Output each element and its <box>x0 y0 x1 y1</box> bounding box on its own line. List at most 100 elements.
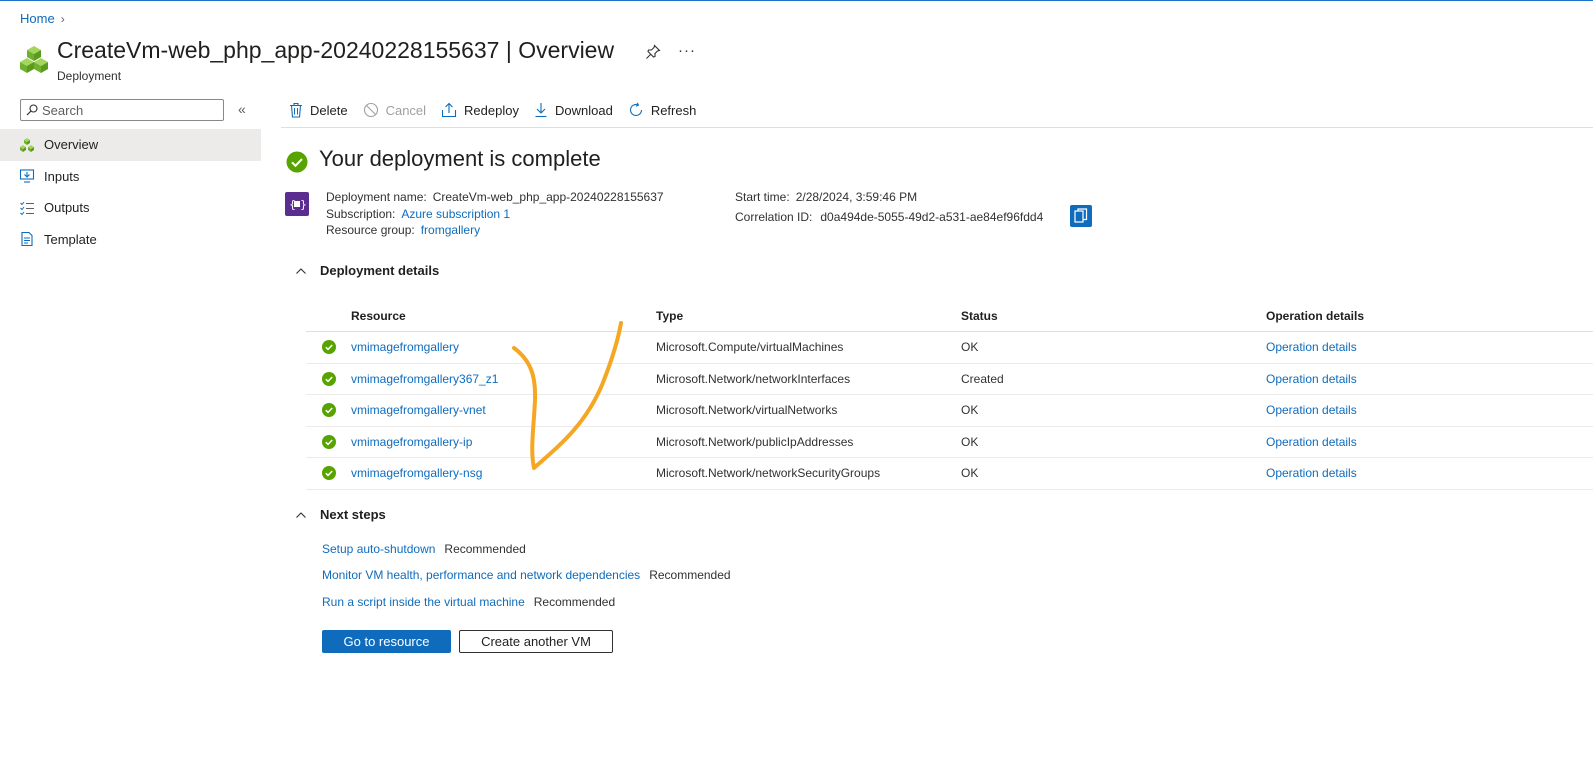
start-time-row: Start time: 2/28/2024, 3:59:46 PM <box>735 189 917 206</box>
toolbar-divider <box>281 127 1593 128</box>
subscription-link[interactable]: Azure subscription 1 <box>401 207 510 221</box>
view-name: Overview <box>518 37 615 63</box>
resource-link[interactable]: vmimagefromgallery367_z1 <box>351 372 498 386</box>
row-success-icon <box>306 403 351 418</box>
refresh-label: Refresh <box>650 102 697 118</box>
operation-details-link[interactable]: Operation details <box>1266 340 1357 354</box>
resource-group-label: Resource group: <box>326 223 415 237</box>
top-accent-line <box>0 0 1593 1</box>
cancel-icon <box>363 102 378 118</box>
refresh-button[interactable]: Refresh <box>628 102 697 118</box>
cancel-button[interactable]: Cancel <box>363 102 426 118</box>
sidebar-item-outputs[interactable]: Outputs <box>0 192 261 224</box>
operation-details-link[interactable]: Operation details <box>1266 466 1357 480</box>
template-icon <box>19 231 35 247</box>
deployment-details-heading: Deployment details <box>320 263 440 278</box>
sidebar-item-label: Template <box>44 231 97 247</box>
subscription-row: Subscription: Azure subscription 1 <box>326 206 510 223</box>
row-success-icon <box>306 466 351 481</box>
correlation-label: Correlation ID: <box>735 210 813 224</box>
operation-details-link[interactable]: Operation details <box>1266 403 1357 417</box>
sidebar-item-inputs[interactable]: Inputs <box>0 161 261 193</box>
page-subtitle: Deployment <box>57 69 122 83</box>
hand-drawn-checkmark-annotation <box>512 321 623 470</box>
column-header-operation-details: Operation details <box>1266 308 1365 323</box>
breadcrumb-home[interactable]: Home <box>20 11 55 26</box>
deployment-status-title: Your deployment is complete <box>319 146 601 171</box>
resource-status: OK <box>961 434 979 449</box>
correlation-id-value: d0a494de-5055-49d2-a531-ae84ef96fdd4 <box>820 210 1044 224</box>
resource-type: Microsoft.Network/networkInterfaces <box>656 371 851 386</box>
success-check-icon <box>286 151 308 173</box>
download-icon <box>535 103 547 118</box>
chevron-up-icon <box>296 267 306 274</box>
sidebar-nav: Overview Inputs Outputs Template <box>0 129 261 255</box>
svg-text:}: } <box>300 198 306 211</box>
next-step-item: Setup auto-shutdown Recommended <box>322 542 526 556</box>
column-header-status: Status <box>961 308 998 323</box>
next-step-item: Monitor VM health, performance and netwo… <box>322 568 731 582</box>
refresh-icon <box>629 102 642 117</box>
download-button[interactable]: Download <box>534 102 613 118</box>
deployment-details-toggle[interactable]: Deployment details <box>295 263 439 278</box>
search-icon <box>26 104 38 116</box>
resource-type: Microsoft.Network/publicIpAddresses <box>656 434 854 449</box>
resource-link[interactable]: vmimagefromgallery-ip <box>351 435 472 449</box>
next-step-item: Run a script inside the virtual machine R… <box>322 595 615 609</box>
inputs-icon <box>19 168 35 184</box>
resource-group-link[interactable]: fromgallery <box>421 223 480 237</box>
resource-type: Microsoft.Compute/virtualMachines <box>656 340 844 355</box>
deployment-name-row: Deployment name: CreateVm-web_php_app-202… <box>326 189 664 206</box>
operation-details-link[interactable]: Operation details <box>1266 372 1357 386</box>
redeploy-label: Redeploy <box>464 102 519 118</box>
next-step-link[interactable]: Monitor VM health, performance and netwo… <box>322 568 640 582</box>
delete-button[interactable]: Delete <box>289 102 348 118</box>
delete-label: Delete <box>310 102 348 118</box>
resource-status: OK <box>961 466 979 481</box>
sidebar-search[interactable] <box>20 99 224 121</box>
deployment-name-value: CreateVm-web_php_app-20240228155637 <box>432 190 664 204</box>
sidebar-item-label: Outputs <box>44 200 90 216</box>
overview-cubes-icon <box>19 137 35 153</box>
next-step-link[interactable]: Run a script inside the virtual machine <box>322 595 525 609</box>
pin-icon[interactable] <box>645 44 661 60</box>
recommended-tag: Recommended <box>444 542 526 556</box>
recommended-tag: Recommended <box>533 595 616 609</box>
row-success-icon <box>306 434 351 449</box>
redeploy-button[interactable]: Redeploy <box>441 102 519 118</box>
operation-details-link[interactable]: Operation details <box>1266 435 1357 449</box>
deployment-title: CreateVm-web_php_app-20240228155637 <box>57 37 500 63</box>
create-another-vm-button[interactable]: Create another VM <box>459 630 613 653</box>
chevron-up-icon <box>296 511 306 518</box>
collapse-sidebar-icon[interactable]: « <box>238 101 246 117</box>
more-options-icon[interactable]: ··· <box>678 42 696 59</box>
resource-link[interactable]: vmimagefromgallery-vnet <box>351 403 486 417</box>
cancel-label: Cancel <box>385 102 427 118</box>
column-header-type: Type <box>656 308 684 323</box>
breadcrumb: Home › <box>20 11 65 26</box>
start-time-value: 2/28/2024, 3:59:46 PM <box>795 190 918 204</box>
chevron-right-icon: › <box>60 11 65 26</box>
search-input[interactable] <box>42 102 212 118</box>
sidebar-item-overview[interactable]: Overview <box>0 129 261 161</box>
go-to-resource-button[interactable]: Go to resource <box>322 630 451 653</box>
resource-link[interactable]: vmimagefromgallery-nsg <box>351 466 482 480</box>
resource-type: Microsoft.Network/networkSecurityGroups <box>656 466 881 481</box>
upload-icon <box>441 102 457 118</box>
start-time-label: Start time: <box>735 190 790 204</box>
copy-button[interactable] <box>1070 205 1092 227</box>
next-steps-toggle[interactable]: Next steps <box>295 507 386 522</box>
next-step-link[interactable]: Setup auto-shutdown <box>322 542 435 556</box>
subscription-label: Subscription: <box>326 207 396 221</box>
resource-status: Created <box>961 371 1004 386</box>
resource-status: OK <box>961 403 979 418</box>
page-title: CreateVm-web_php_app-20240228155637 | Ov… <box>57 37 614 64</box>
row-success-icon <box>306 340 351 355</box>
sidebar-item-label: Overview <box>44 137 99 153</box>
deployment-cubes-icon <box>20 46 48 73</box>
resource-link[interactable]: vmimagefromgallery <box>351 340 459 354</box>
resource-type: Microsoft.Network/virtualNetworks <box>656 403 838 418</box>
trash-icon <box>290 102 302 118</box>
correlation-row: Correlation ID: d0a494de-5055-49d2-a531-a… <box>735 209 1043 226</box>
sidebar-item-template[interactable]: Template <box>0 224 261 256</box>
